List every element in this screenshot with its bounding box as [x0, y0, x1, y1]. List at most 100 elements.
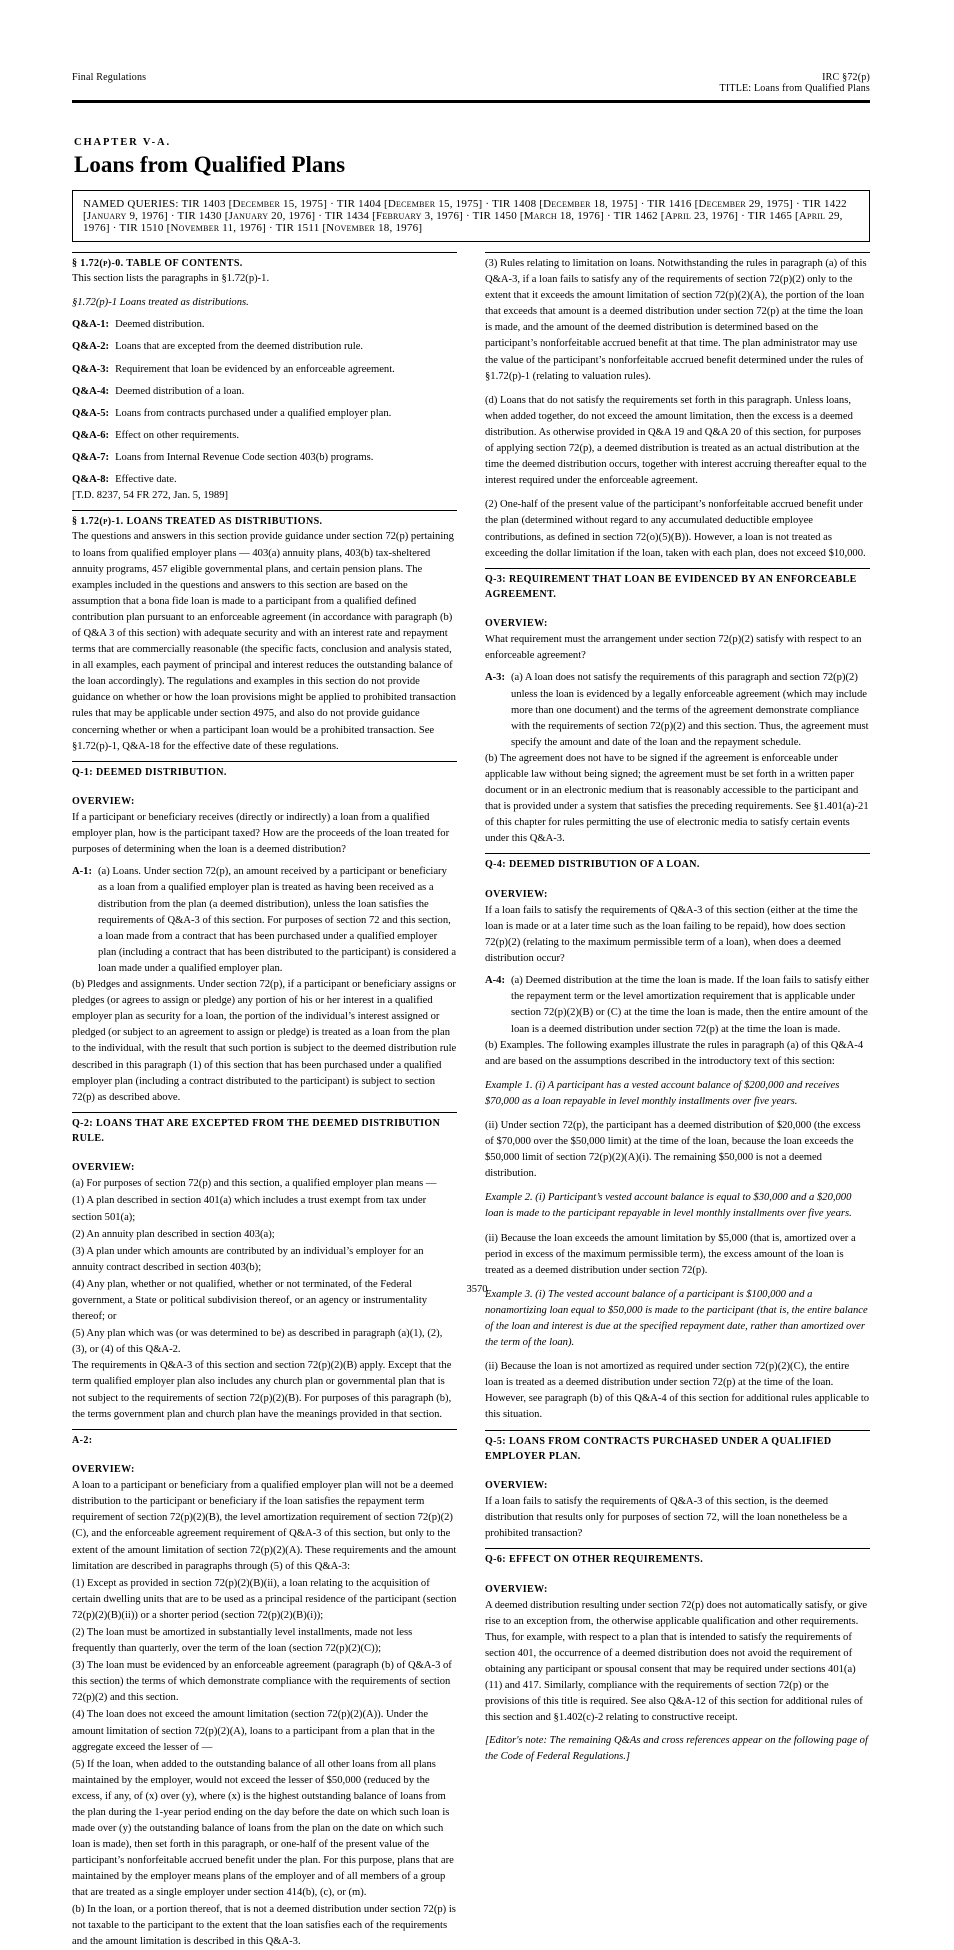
list-item: (2) An annuity plan described in section…: [72, 1227, 457, 1243]
body-text: (a) For purposes of section 72(p) and th…: [72, 1176, 457, 1192]
subheading: OVERVIEW:: [72, 794, 457, 809]
body-text: §1.72(p)-1 Loans treated as distribution…: [72, 295, 457, 311]
qa-toc-term: Q&A-8:: [72, 472, 109, 488]
chapter-title: Loans from Qualified Plans: [74, 152, 870, 178]
qa-toc-term: Q&A-4:: [72, 384, 109, 400]
body-text: (3) Rules relating to limitation on loan…: [485, 256, 870, 385]
section-rule: [72, 1429, 457, 1430]
list-item: (3) The loan must be evidenced by an enf…: [72, 1658, 457, 1706]
section-rule: [485, 252, 870, 253]
subheading: OVERVIEW:: [485, 1582, 870, 1597]
subheading: OVERVIEW:: [485, 616, 870, 631]
section-heading: Q-4: DEEMED DISTRIBUTION OF A LOAN.: [485, 857, 870, 872]
body-columns: § 1.72(p)-0. TABLE OF CONTENTS. This sec…: [72, 246, 870, 1950]
list-item: (4) The loan does not exceed the amount …: [72, 1707, 457, 1755]
subheading: OVERVIEW:: [485, 887, 870, 902]
page-header: Final Regulations IRC §72(p) TITLE: Loan…: [72, 72, 870, 94]
body-text: A deemed distribution resulting under se…: [485, 1598, 870, 1727]
qa-toc-desc: Effect on other requirements.: [115, 428, 457, 444]
subheading: OVERVIEW:: [72, 1462, 457, 1477]
body-text: (b) Examples. The following examples ill…: [485, 1038, 870, 1070]
section-heading: § 1.72(p)-1. LOANS TREATED AS DISTRIBUTI…: [72, 514, 457, 529]
list-item: (1) A plan described in section 401(a) w…: [72, 1193, 457, 1225]
named-queries-box: NAMED QUERIES: TIR 1403 [December 15, 19…: [72, 190, 870, 242]
section-rule: [72, 761, 457, 762]
body-text: If a loan fails to satisfy the requireme…: [485, 903, 870, 967]
def-term: A-1:: [72, 864, 92, 977]
def-term: A-4:: [485, 973, 505, 1037]
section-rule: [72, 510, 457, 511]
header-left: Final Regulations: [72, 72, 146, 94]
body-text: If a participant or beneficiary receives…: [72, 810, 457, 858]
definition: A-4: (a) Deemed distribution at the time…: [485, 973, 870, 1037]
definition: A-1: (a) Loans. Under section 72(p), an …: [72, 864, 457, 977]
qa-toc-term: Q&A-5:: [72, 406, 109, 422]
body-text: [T.D. 8237, 54 FR 272, Jan. 5, 1989]: [72, 488, 457, 504]
list-item: (2) The loan must be amortized in substa…: [72, 1625, 457, 1657]
qa-toc-item: Q&A-7:Loans from Internal Revenue Code s…: [72, 450, 457, 466]
section-rule: [485, 1548, 870, 1549]
body-text: (b) In the loan, or a portion thereof, t…: [72, 1902, 457, 1950]
example-text: (ii) Because the loan exceeds the amount…: [485, 1231, 870, 1279]
body-text: (b) The agreement does not have to be si…: [485, 751, 870, 848]
section-heading: § 1.72(p)-0. TABLE OF CONTENTS.: [72, 256, 457, 271]
section-heading: A-2:: [72, 1433, 457, 1448]
body-text: (2) One-half of the present value of the…: [485, 497, 870, 561]
qa-toc-desc: Deemed distribution.: [115, 317, 457, 333]
section-heading: Q-5: LOANS FROM CONTRACTS PURCHASED UNDE…: [485, 1434, 870, 1464]
list: (1) A plan described in section 401(a) w…: [72, 1193, 457, 1358]
section-heading: Q-6: EFFECT ON OTHER REQUIREMENTS.: [485, 1552, 870, 1567]
qa-toc-item: Q&A-2: Loans that are excepted from the d…: [72, 339, 457, 355]
header-right: IRC §72(p) TITLE: Loans from Qualified P…: [720, 72, 870, 94]
example-text: Example 1. (i) A participant has a veste…: [485, 1078, 870, 1110]
def-body: (a) A loan does not satisfy the requirem…: [511, 670, 870, 750]
body-text: If a loan fails to satisfy the requireme…: [485, 1494, 870, 1542]
qa-toc: Q&A-1: Deemed distribution. Q&A-2: Loans th…: [72, 317, 457, 488]
def-term: A-3:: [485, 670, 505, 750]
list-item: (1) Except as provided in section 72(p)(…: [72, 1576, 457, 1624]
qa-toc-desc: Loans that are excepted from the deemed …: [115, 339, 457, 355]
section-heading: Q-1: DEEMED DISTRIBUTION.: [72, 765, 457, 780]
qa-toc-desc: Deemed distribution of a loan.: [115, 384, 457, 400]
list: (1) Except as provided in section 72(p)(…: [72, 1576, 457, 1902]
section-rule: [72, 1112, 457, 1113]
example-text: (ii) Under section 72(p), the participan…: [485, 1118, 870, 1182]
example-text: Example 2. (i) Participant’s vested acco…: [485, 1190, 870, 1222]
example-text: (ii) Because the loan is not amortized a…: [485, 1359, 870, 1423]
list-item: (3) A plan under which amounts are contr…: [72, 1244, 457, 1276]
def-body: (a) Loans. Under section 72(p), an amoun…: [98, 864, 457, 977]
qa-toc-term: Q&A-1:: [72, 317, 109, 333]
qa-toc-item: Q&A-1: Deemed distribution.: [72, 317, 457, 333]
example-text: Example 3. (i) The vested account balanc…: [485, 1287, 870, 1351]
body-text: This section lists the paragraphs in §1.…: [72, 271, 457, 287]
body-text: The questions and answers in this sectio…: [72, 529, 457, 754]
qa-toc-desc: Requirement that loan be evidenced by an…: [115, 362, 457, 378]
body-text: What requirement must the arrangement un…: [485, 632, 870, 664]
section-rule: [72, 252, 457, 253]
right-column: (3) Rules relating to limitation on loan…: [485, 246, 870, 1950]
qa-toc-term: Q&A-2:: [72, 339, 109, 355]
named-queries-title: NAMED QUERIES: [83, 198, 175, 210]
subheading: OVERVIEW:: [72, 1160, 457, 1175]
editors-note: [Editor's note: The remaining Q&As and c…: [485, 1733, 870, 1765]
qa-toc-term: Q&A-6:: [72, 428, 109, 444]
left-column: § 1.72(p)-0. TABLE OF CONTENTS. This sec…: [72, 246, 457, 1950]
subheading: OVERVIEW:: [485, 1478, 870, 1493]
body-text: The requirements in Q&A-3 of this sectio…: [72, 1358, 457, 1422]
section-rule: [485, 1430, 870, 1431]
list-item: (5) If the loan, when added to the outst…: [72, 1757, 457, 1902]
header-right-line2: TITLE: Loans from Qualified Plans: [720, 83, 870, 94]
qa-toc-desc: Effective date.: [115, 472, 457, 488]
body-text: (d) Loans that do not satisfy the requir…: [485, 393, 870, 490]
qa-toc-desc: Loans from contracts purchased under a q…: [115, 406, 457, 422]
qa-toc-item: Q&A-6: Effect on other requirements.: [72, 428, 457, 444]
definition: A-3: (a) A loan does not satisfy the req…: [485, 670, 870, 750]
list-item: (5) Any plan which was (or was determine…: [72, 1326, 457, 1358]
section-heading: Q-3: REQUIREMENT THAT LOAN BE EVIDENCED …: [485, 572, 870, 602]
qa-toc-term: Q&A-3:: [72, 362, 109, 378]
qa-toc-desc: Loans from Internal Revenue Code section…: [115, 450, 457, 466]
body-text: (b) Pledges and assignments. Under secti…: [72, 977, 457, 1106]
def-body: (a) Deemed distribution at the time the …: [511, 973, 870, 1037]
section-rule: [485, 853, 870, 854]
chapter-label: CHAPTER V-A.: [74, 137, 870, 148]
